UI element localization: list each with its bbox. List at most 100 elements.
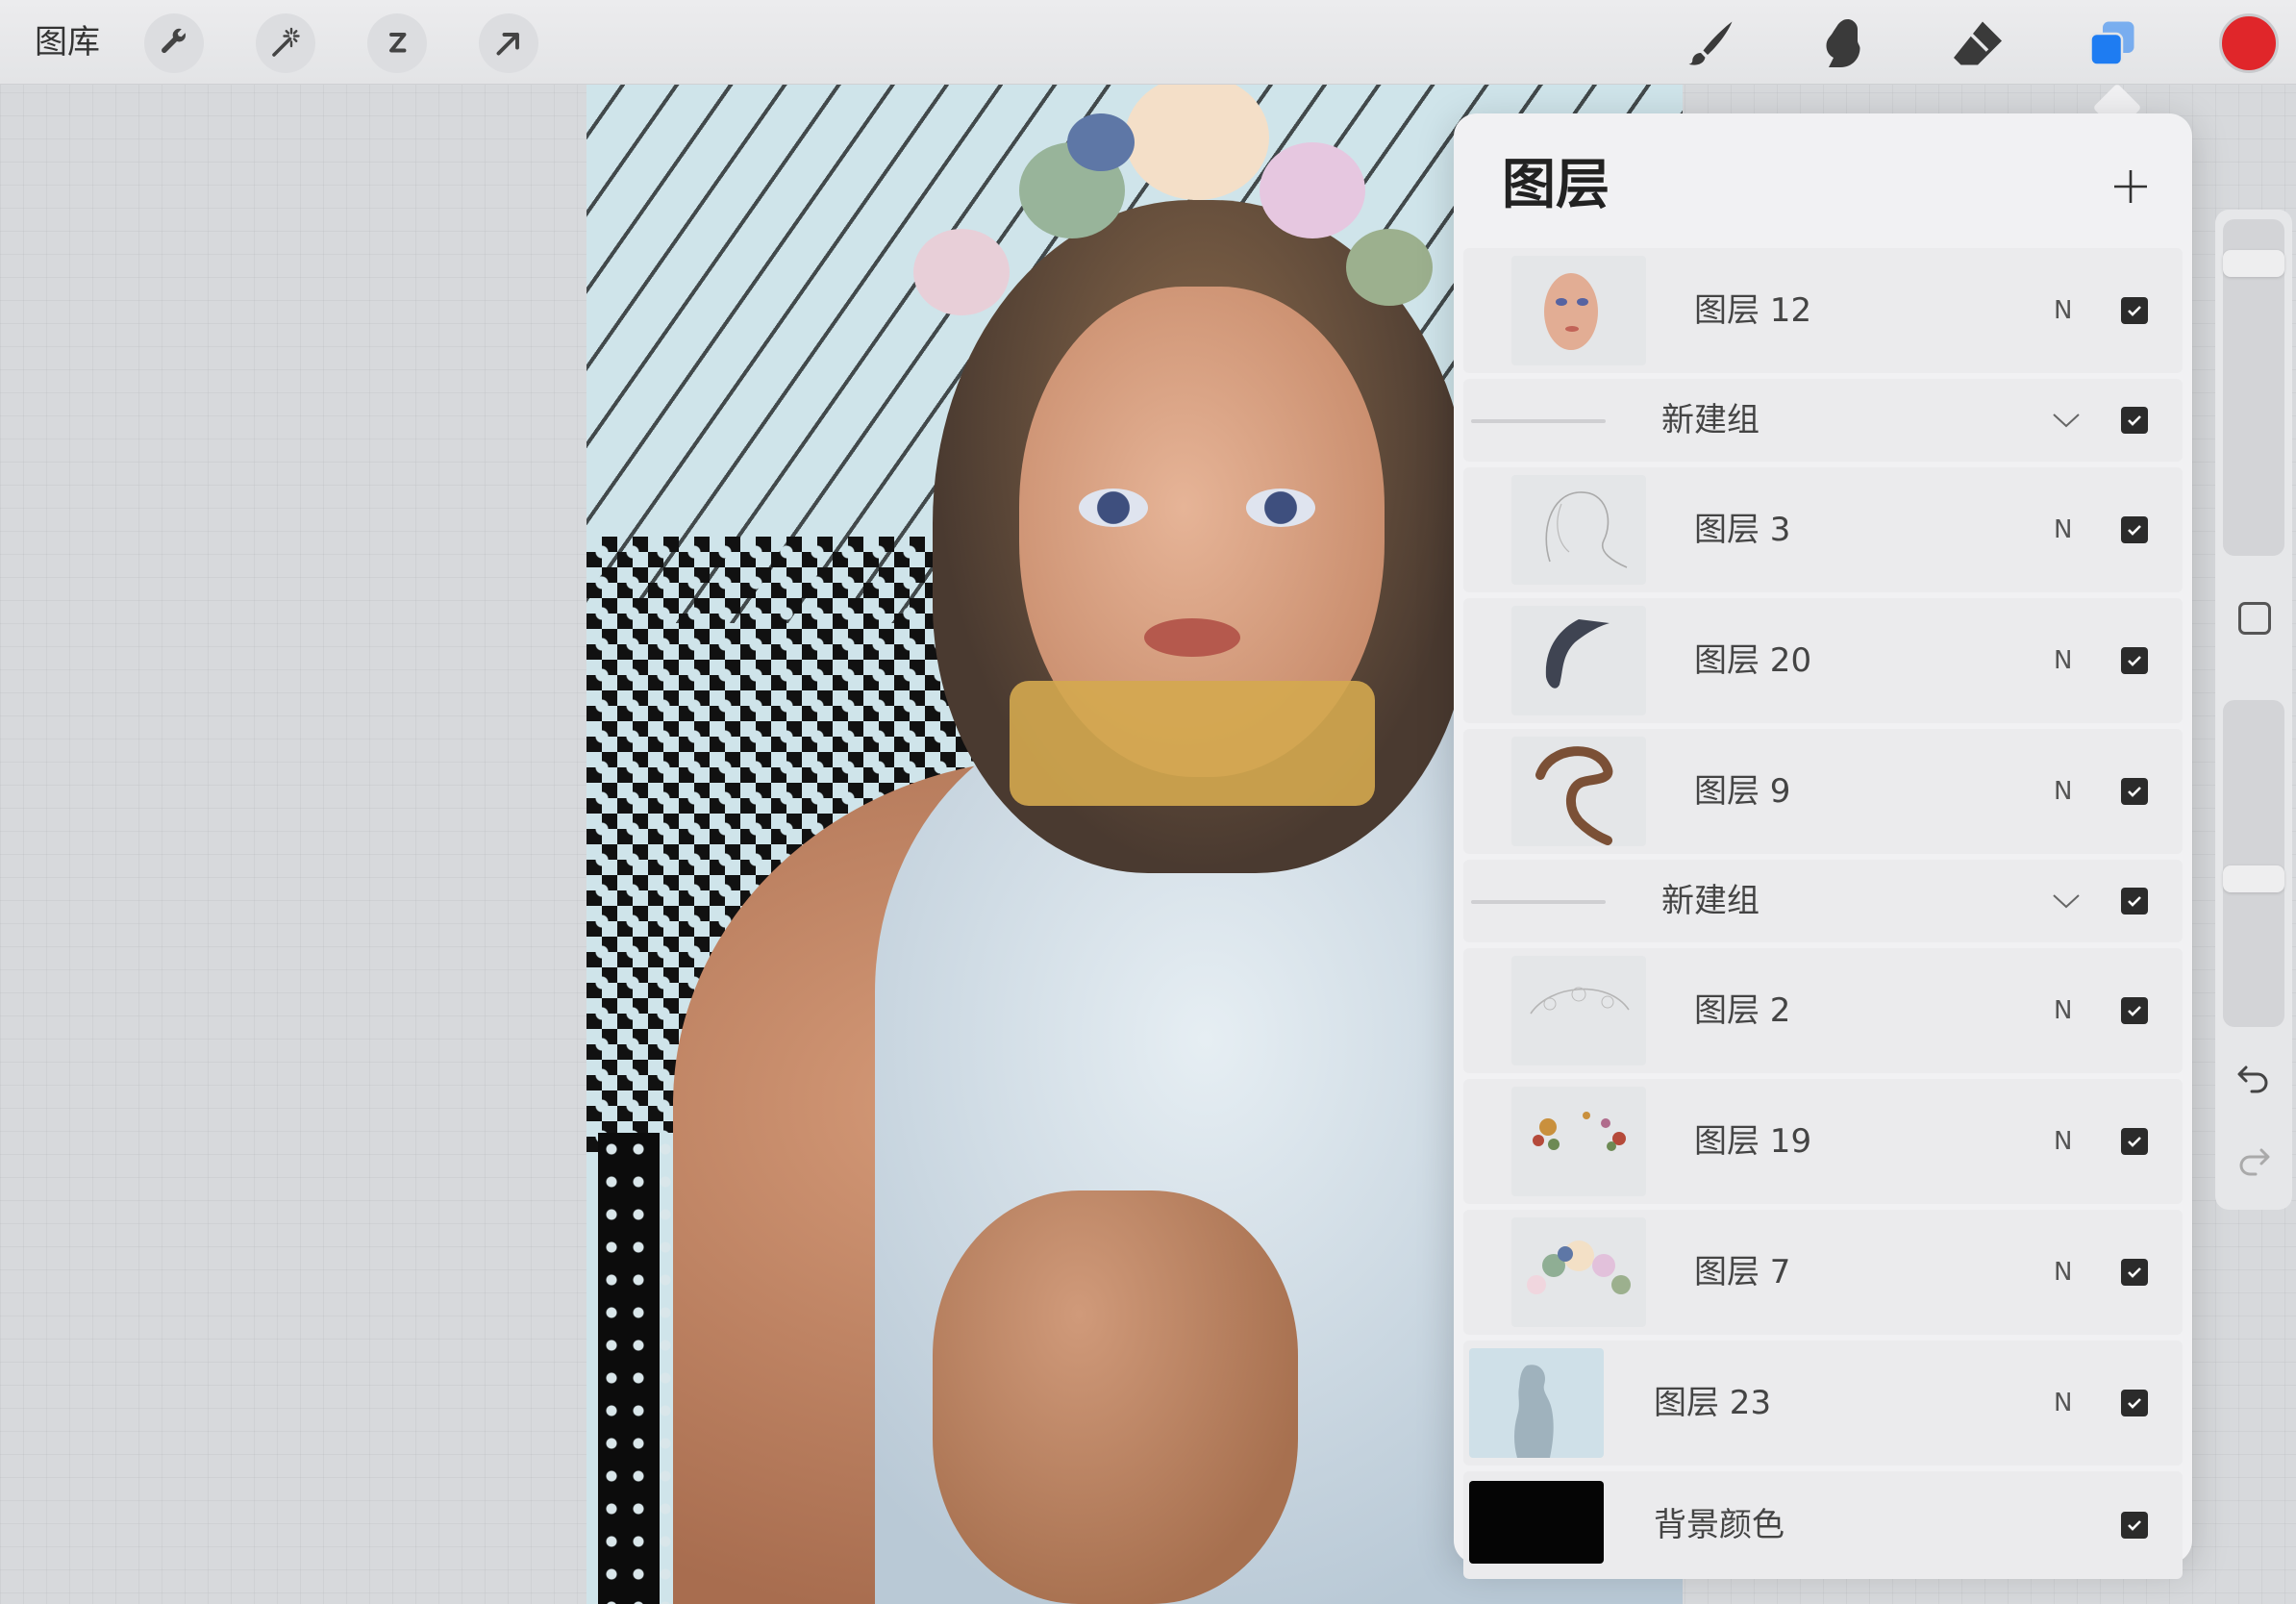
layer-row[interactable]: 图层 2 N <box>1463 948 2183 1073</box>
background-visibility-checkbox[interactable] <box>2121 1512 2148 1539</box>
layer-name: 图层 23 <box>1654 1384 1772 1422</box>
layer-row[interactable]: 图层 19 N <box>1463 1079 2183 1204</box>
brush-icon <box>1688 21 1733 65</box>
adjustments-button[interactable] <box>256 13 315 73</box>
artwork-gold-collar <box>1010 681 1375 806</box>
blend-mode-button[interactable]: N <box>2054 598 2072 723</box>
group-visibility-checkbox[interactable] <box>2121 888 2148 915</box>
checkmark-icon <box>2128 1398 2141 1409</box>
checkmark-icon <box>2128 306 2141 316</box>
checkmark-icon <box>2128 415 2141 426</box>
blend-mode-button[interactable]: N <box>2054 948 2072 1073</box>
eraser-tool-button[interactable] <box>1946 12 2009 75</box>
redo-icon[interactable] <box>2233 1139 2275 1181</box>
layer-name: 背景颜色 <box>1654 1506 1784 1544</box>
brush-size-slider[interactable] <box>2223 219 2284 556</box>
layer-row[interactable]: 图层 20 N <box>1463 598 2183 723</box>
layer-visibility-checkbox[interactable] <box>2121 1128 2148 1155</box>
wrench-icon <box>162 28 186 54</box>
checkmark-icon <box>2128 1137 2141 1147</box>
layer-row[interactable]: 图层 23 N <box>1463 1341 2183 1466</box>
layer-name: 图层 3 <box>1694 511 1791 549</box>
transform-button[interactable] <box>479 13 538 73</box>
layer-thumbnail <box>1511 475 1646 585</box>
layer-name: 图层 20 <box>1694 641 1812 680</box>
checkmark-icon <box>2128 525 2141 536</box>
checkmark-icon <box>2128 787 2141 797</box>
layer-thumbnail <box>1511 956 1646 1065</box>
artwork-figure-waist <box>933 1190 1298 1604</box>
artwork-right-eye <box>1246 489 1315 527</box>
layer-row[interactable]: 图层 9 N <box>1463 729 2183 854</box>
top-toolbar: 图库 <box>0 0 2296 85</box>
selection-button[interactable] <box>367 13 427 73</box>
smudge-tool-button[interactable] <box>1811 12 1875 75</box>
background-color-swatch[interactable] <box>1469 1481 1604 1564</box>
artwork-flower <box>1067 113 1135 171</box>
layer-name: 图层 12 <box>1694 291 1812 330</box>
checkmark-icon <box>2128 656 2141 666</box>
gallery-button[interactable]: 图库 <box>35 19 100 65</box>
layers-tool-button[interactable] <box>2081 12 2144 75</box>
group-indicator <box>1471 900 1606 904</box>
artwork-lips <box>1144 618 1240 657</box>
layer-thumbnail <box>1511 606 1646 715</box>
artwork-flower <box>1346 229 1433 306</box>
layers-panel-title: 图层 <box>1502 154 1610 216</box>
group-visibility-checkbox[interactable] <box>2121 407 2148 434</box>
checkmark-icon <box>2128 1006 2141 1016</box>
chevron-down-icon[interactable] <box>2050 885 2083 917</box>
layer-thumbnail <box>1511 1087 1646 1196</box>
group-row[interactable]: 新建组 <box>1463 860 2183 942</box>
layer-list: 图层 12 N 新建组 图层 3 N 图层 20 N 图层 9 N 新建组 图层… <box>1463 248 2183 1585</box>
blend-mode-button[interactable]: N <box>2054 467 2072 592</box>
artwork-flower <box>1260 142 1365 238</box>
blend-mode-button[interactable]: N <box>2054 1341 2072 1466</box>
selection-s-icon <box>389 33 407 53</box>
layers-panel: 图层 图层 12 N 新建组 图层 3 N 图层 20 N 图层 9 N 新建组… <box>1454 113 2192 1579</box>
checkmark-icon <box>2128 1520 2141 1531</box>
checkmark-icon <box>2128 896 2141 907</box>
layers-icon <box>2089 21 2134 66</box>
layer-row[interactable]: 图层 7 N <box>1463 1210 2183 1335</box>
layer-name: 图层 19 <box>1694 1122 1812 1161</box>
layer-thumbnail <box>1469 1348 1604 1458</box>
layer-thumbnail <box>1511 256 1646 365</box>
group-indicator <box>1471 419 1606 423</box>
checkmark-icon <box>2128 1267 2141 1278</box>
layer-row[interactable]: 图层 12 N <box>1463 248 2183 373</box>
blend-mode-button[interactable]: N <box>2054 1079 2072 1204</box>
brush-tool-button[interactable] <box>1679 12 1742 75</box>
layer-row[interactable]: 图层 3 N <box>1463 467 2183 592</box>
layer-visibility-checkbox[interactable] <box>2121 516 2148 543</box>
layer-visibility-checkbox[interactable] <box>2121 997 2148 1024</box>
undo-icon[interactable] <box>2233 1056 2275 1098</box>
color-picker-button[interactable] <box>2219 13 2279 73</box>
blend-mode-button[interactable]: N <box>2054 729 2072 854</box>
actions-button[interactable] <box>144 13 204 73</box>
square-icon[interactable] <box>2238 602 2271 635</box>
chevron-down-icon[interactable] <box>2050 404 2083 437</box>
side-bar <box>2215 210 2292 1210</box>
layer-visibility-checkbox[interactable] <box>2121 1259 2148 1286</box>
layer-name: 图层 9 <box>1694 772 1791 811</box>
layer-visibility-checkbox[interactable] <box>2121 778 2148 805</box>
artwork-left-eye <box>1079 489 1148 527</box>
background-color-row[interactable]: 背景颜色 <box>1463 1471 2183 1579</box>
eraser-icon <box>1954 21 2002 65</box>
layer-visibility-checkbox[interactable] <box>2121 297 2148 324</box>
layer-thumbnail <box>1511 737 1646 846</box>
layer-visibility-checkbox[interactable] <box>2121 647 2148 674</box>
group-name: 新建组 <box>1661 401 1759 439</box>
plus-icon <box>2114 170 2147 203</box>
brush-opacity-slider[interactable] <box>2223 700 2284 1027</box>
layer-visibility-checkbox[interactable] <box>2121 1390 2148 1416</box>
group-row[interactable]: 新建组 <box>1463 379 2183 462</box>
blend-mode-button[interactable]: N <box>2054 1210 2072 1335</box>
brush-size-slider-thumb[interactable] <box>2223 250 2284 278</box>
brush-opacity-slider-thumb[interactable] <box>2223 865 2284 892</box>
add-layer-button[interactable] <box>2100 156 2161 217</box>
group-name: 新建组 <box>1661 882 1759 920</box>
arrow-cursor-icon <box>496 33 519 56</box>
blend-mode-button[interactable]: N <box>2054 248 2072 373</box>
